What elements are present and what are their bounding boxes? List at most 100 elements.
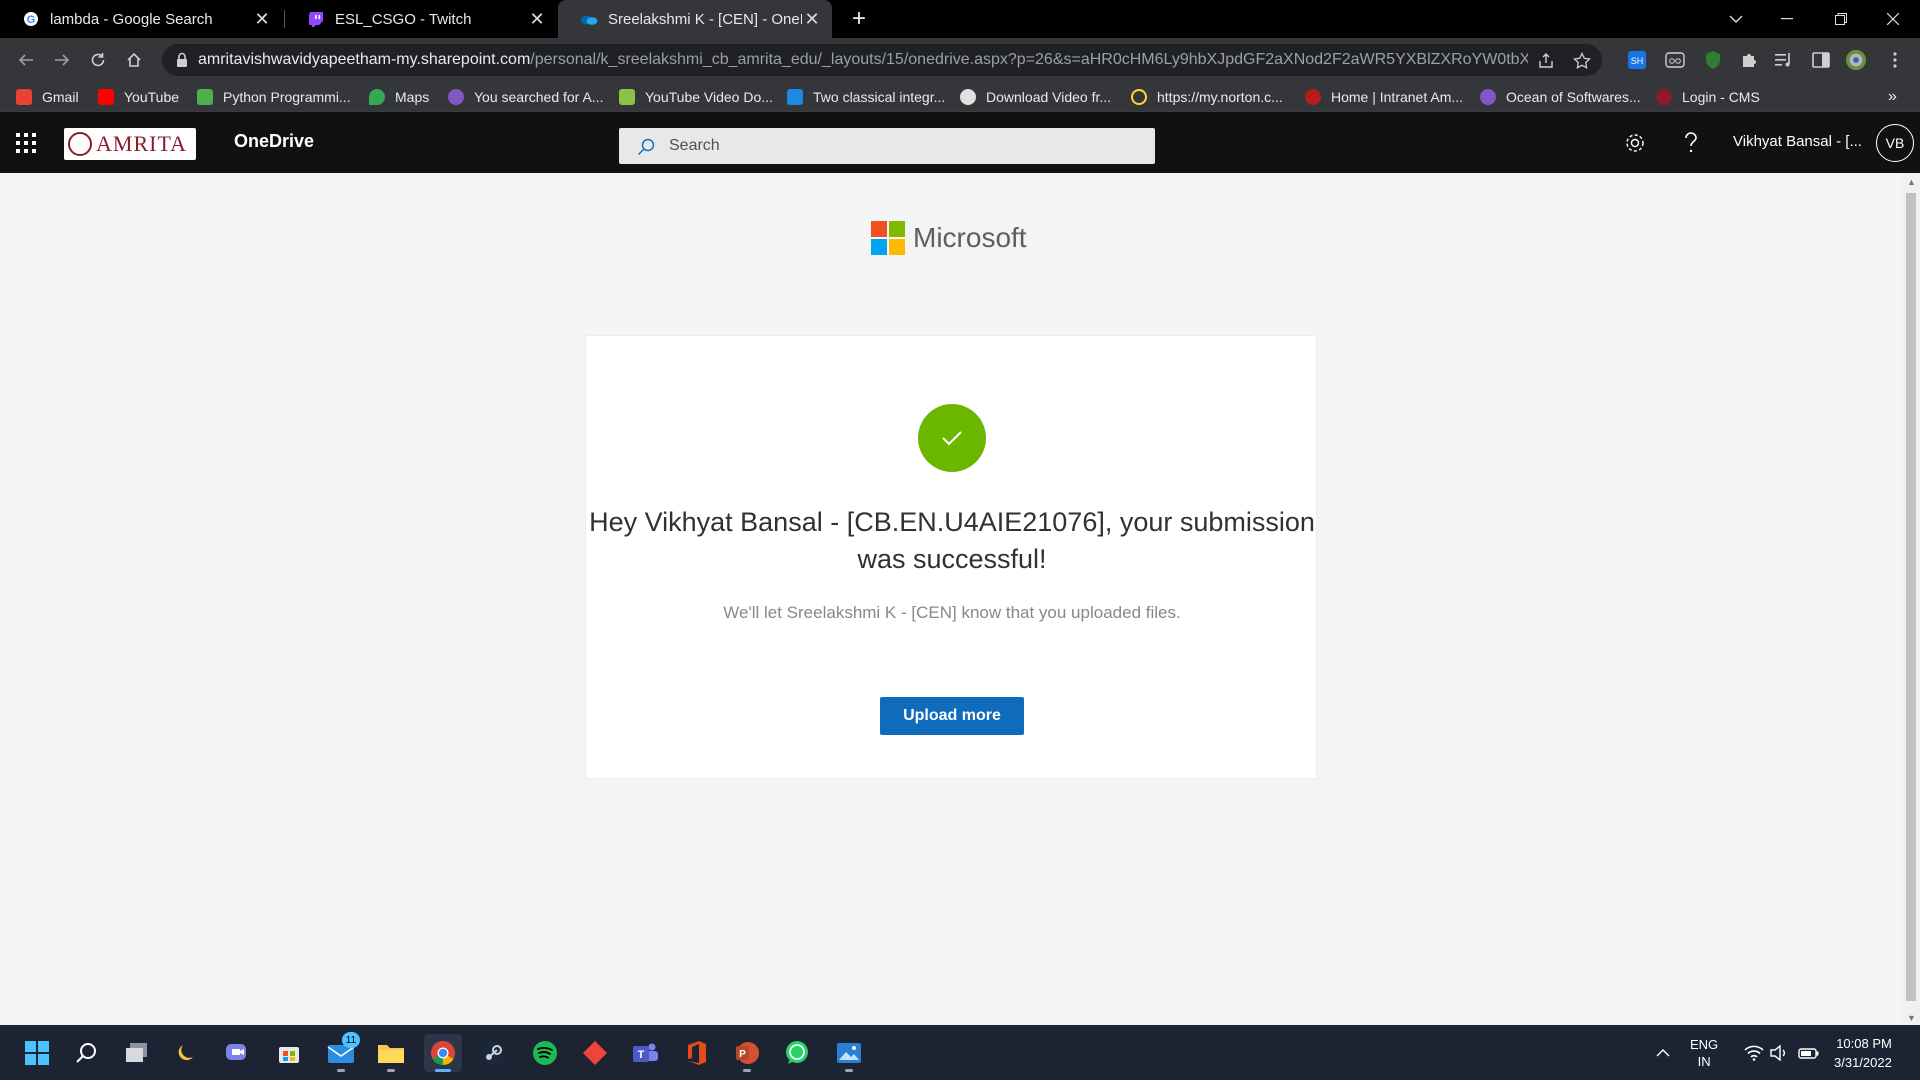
scroll-up-arrow-icon[interactable]: ▲ xyxy=(1907,177,1916,187)
mail-unread-badge: 11 xyxy=(342,1032,360,1048)
taskbar-search-icon[interactable] xyxy=(68,1034,106,1072)
microsoft-windows-logo-icon xyxy=(871,221,905,255)
maps-pin-icon xyxy=(369,89,385,105)
extension-shield-icon[interactable] xyxy=(1702,49,1724,71)
google-icon: G xyxy=(22,10,40,28)
side-panel-icon[interactable] xyxy=(1810,49,1832,71)
download-arrow-icon xyxy=(619,89,635,105)
back-button[interactable] xyxy=(10,44,42,76)
upload-more-button[interactable]: Upload more xyxy=(880,697,1024,735)
extension-glasses-icon[interactable] xyxy=(1664,49,1686,71)
page-scrollbar[interactable]: ▲ ▼ xyxy=(1902,173,1920,1025)
bookmark-intranet[interactable]: Home | Intranet Am... xyxy=(1305,87,1463,107)
bookmark-download-video[interactable]: Download Video fr... xyxy=(960,87,1111,107)
clock[interactable]: 10:08 PM 3/31/2022 xyxy=(1834,1025,1892,1080)
search-box[interactable]: Search xyxy=(619,128,1155,164)
tab-twitch[interactable]: ESL_CSGO - Twitch ✕ xyxy=(285,0,557,38)
tab-strip: G lambda - Google Search ✕ ESL_CSGO - Tw… xyxy=(0,0,1920,38)
close-icon xyxy=(1887,13,1899,25)
restore-button[interactable] xyxy=(1814,0,1868,38)
chrome-icon[interactable] xyxy=(424,1034,462,1072)
task-view-icon[interactable] xyxy=(118,1034,156,1072)
weather-moon-icon[interactable] xyxy=(168,1034,206,1072)
bookmark-norton[interactable]: https://my.norton.c... xyxy=(1131,87,1283,107)
home-button[interactable] xyxy=(118,44,150,76)
powerpoint-icon[interactable]: P xyxy=(728,1034,766,1072)
bookmark-youtube-video-downloader[interactable]: YouTube Video Do... xyxy=(619,87,773,107)
browser-toolbar: amritavishwavidyapeetham-my.sharepoint.c… xyxy=(0,38,1920,82)
start-windows-icon[interactable] xyxy=(18,1034,56,1072)
account-name[interactable]: Vikhyat Bansal - [... xyxy=(1733,133,1862,150)
arrow-right-icon xyxy=(55,54,70,66)
close-icon[interactable]: ✕ xyxy=(252,9,272,29)
photos-icon[interactable] xyxy=(830,1034,868,1072)
reload-button[interactable] xyxy=(82,44,114,76)
forward-button[interactable] xyxy=(46,44,78,76)
bookmark-python[interactable]: Python Programmi... xyxy=(197,87,351,107)
close-icon[interactable]: ✕ xyxy=(802,9,822,29)
account-avatar[interactable]: VB xyxy=(1876,124,1914,162)
bookmark-star-icon[interactable] xyxy=(1571,50,1593,72)
wifi-icon[interactable] xyxy=(1744,1025,1764,1080)
url-path: /personal/k_sreelakshmi_cb_amrita_edu/_l… xyxy=(530,51,1528,68)
settings-gear-icon[interactable] xyxy=(1622,130,1648,156)
menu-kebab-icon[interactable] xyxy=(1884,49,1906,71)
whatsapp-icon[interactable] xyxy=(778,1034,816,1072)
tab-title: ESL_CSGO - Twitch xyxy=(335,10,472,28)
media-controls-icon[interactable] xyxy=(1773,49,1795,71)
reload-icon xyxy=(91,53,105,67)
file-explorer-icon[interactable] xyxy=(372,1034,410,1072)
swirl-icon xyxy=(448,89,464,105)
bookmark-youtube[interactable]: YouTube xyxy=(98,87,179,107)
tab-search-button[interactable] xyxy=(1709,0,1763,38)
svg-text:G: G xyxy=(27,14,36,26)
help-question-icon[interactable] xyxy=(1678,130,1704,156)
minimize-button[interactable] xyxy=(1760,0,1814,38)
tab-google-search[interactable]: G lambda - Google Search ✕ xyxy=(0,0,282,38)
bookmark-login-cms[interactable]: Login - CMS xyxy=(1656,87,1760,107)
bookmark-maps[interactable]: Maps xyxy=(369,87,429,107)
new-tab-button[interactable]: + xyxy=(845,5,873,33)
share-icon[interactable] xyxy=(1535,50,1557,72)
scrollbar-thumb[interactable] xyxy=(1906,193,1916,1001)
microsoft-store-icon[interactable] xyxy=(270,1034,308,1072)
mail-icon[interactable]: 11 xyxy=(322,1032,360,1072)
close-window-button[interactable] xyxy=(1866,0,1920,38)
teams-chat-icon[interactable] xyxy=(218,1034,256,1072)
extensions-puzzle-icon[interactable] xyxy=(1738,49,1760,71)
app-name[interactable]: OneDrive xyxy=(234,131,314,152)
address-bar[interactable]: amritavishwavidyapeetham-my.sharepoint.c… xyxy=(162,44,1602,76)
anydesk-icon[interactable] xyxy=(576,1034,614,1072)
microsoft-teams-icon[interactable]: T xyxy=(626,1034,664,1072)
tab-onedrive[interactable]: Sreelakshmi K - [CEN] - OneDrive ✕ xyxy=(558,0,832,38)
app-launcher-waffle-icon[interactable] xyxy=(16,133,36,153)
main-content: Microsoft Hey Vikhyat Bansal - [CB.EN.U4… xyxy=(0,173,1902,1025)
show-hidden-icons-chevron-up-icon[interactable] xyxy=(1656,1025,1670,1080)
bookmark-label: Python Programmi... xyxy=(223,89,351,105)
battery-icon[interactable] xyxy=(1798,1025,1820,1080)
gmail-icon xyxy=(16,89,32,105)
bookmark-ocean-softwares[interactable]: Ocean of Softwares... xyxy=(1480,87,1641,107)
bookmark-label: Maps xyxy=(395,89,430,105)
steam-icon[interactable] xyxy=(474,1034,512,1072)
volume-speaker-icon[interactable] xyxy=(1770,1025,1788,1080)
chat-bubble-icon xyxy=(787,89,803,105)
cms-icon xyxy=(1656,89,1672,105)
language-indicator[interactable]: ENG IN xyxy=(1690,1025,1718,1080)
spotify-icon[interactable] xyxy=(526,1034,564,1072)
bookmark-two-classical[interactable]: Two classical integr... xyxy=(787,87,945,107)
norton-icon xyxy=(1131,89,1147,105)
clock-date: 3/31/2022 xyxy=(1834,1054,1892,1070)
close-icon[interactable]: ✕ xyxy=(527,9,547,29)
bookmark-gmail[interactable]: Gmail xyxy=(16,87,79,107)
bookmark-you-searched[interactable]: You searched for A... xyxy=(448,87,603,107)
office-icon[interactable] xyxy=(678,1034,716,1072)
scroll-down-arrow-icon[interactable]: ▼ xyxy=(1907,1013,1916,1023)
minimize-icon xyxy=(1781,18,1793,20)
extension-sh-icon[interactable]: SH xyxy=(1626,49,1648,71)
profile-avatar-icon[interactable] xyxy=(1845,49,1867,71)
more-bookmarks-button[interactable]: » xyxy=(1888,87,1897,107)
url-text[interactable]: amritavishwavidyapeetham-my.sharepoint.c… xyxy=(198,51,1528,69)
tab-title: Sreelakshmi K - [CEN] - OneDrive xyxy=(608,10,802,28)
organization-logo[interactable]: AMRITA xyxy=(64,128,196,160)
